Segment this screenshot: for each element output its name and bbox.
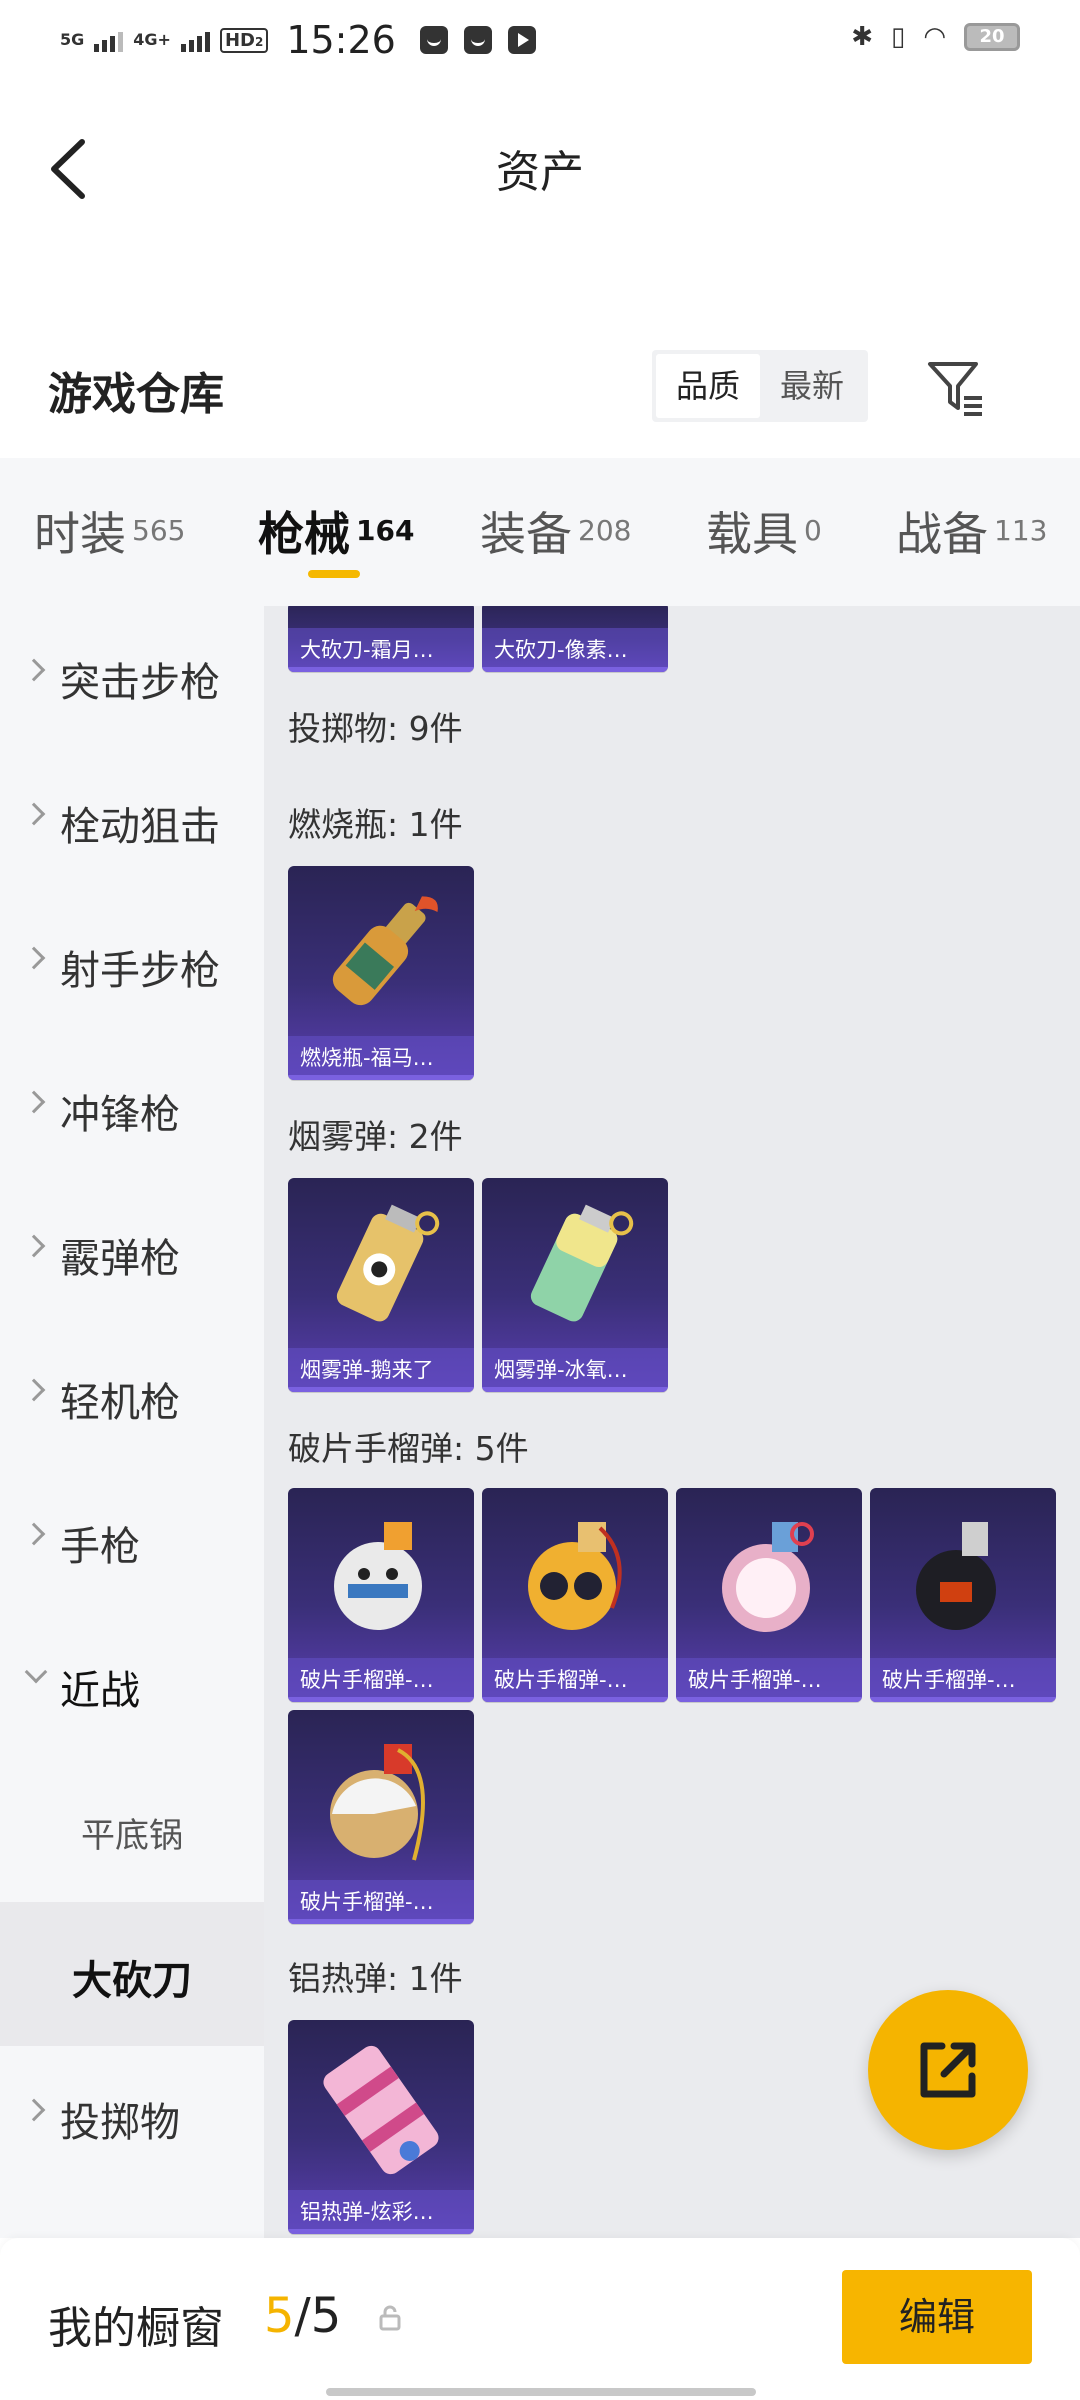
item-card[interactable]: 大砍刀-像素… <box>482 606 668 672</box>
showcase-label: 我的橱窗 <box>48 2303 224 2354</box>
notification-app-icon <box>419 26 448 54</box>
chevron-right-icon <box>22 1090 46 1114</box>
tab-fashion[interactable]: 时装 565 <box>34 498 185 564</box>
section-title: 破片手榴弹: 5件 <box>288 1429 529 1468</box>
item-card[interactable]: 大砍刀-霜月… <box>288 606 474 672</box>
warehouse-title: 游戏仓库 <box>48 369 224 420</box>
item-card[interactable]: 破片手榴弹-… <box>482 1488 668 1702</box>
status-time: 15:26 <box>286 18 396 62</box>
sidebar-item-bolt-sniper[interactable]: 栓动狙击 <box>0 750 264 894</box>
sidebar-item-smg[interactable]: 冲锋枪 <box>0 1038 264 1182</box>
section-title: 铝热弹: 1件 <box>288 1959 463 1998</box>
tab-vehicles[interactable]: 载具 0 <box>706 498 822 564</box>
signal-bars-icon <box>180 28 210 52</box>
smoke-grenade-item-icon <box>530 1204 634 1322</box>
frag-grenade-item-icon <box>916 1522 996 1630</box>
chevron-right-icon <box>22 2098 46 2122</box>
status-bar: 5G 4G+ HD2 15:26 ✱ ▯ ◠ 20 <box>0 0 1080 84</box>
thermite-item-icon <box>323 2045 439 2175</box>
share-icon <box>920 2042 976 2098</box>
sidebar-subitem-pan[interactable]: 平底锅 <box>0 1758 264 1902</box>
item-card[interactable]: 烟雾弹-鹅来了 <box>288 1178 474 1392</box>
frag-grenade-item-icon <box>722 1522 814 1632</box>
item-card[interactable]: 烟雾弹-冰氧… <box>482 1178 668 1392</box>
section-title: 燃烧瓶: 1件 <box>288 805 463 844</box>
chevron-right-icon <box>22 1522 46 1546</box>
filter-icon[interactable] <box>926 358 986 418</box>
weapon-type-sidebar: 突击步枪 栓动狙击 射手步枪 冲锋枪 霰弹枪 轻机枪 手枪 近战 平底锅 大砍刀… <box>0 606 264 2238</box>
chevron-right-icon <box>22 1234 46 1258</box>
hd-voice-icon: HD2 <box>219 27 269 53</box>
edit-button[interactable]: 编辑 <box>842 2270 1032 2364</box>
chevron-right-icon <box>22 658 46 682</box>
chevron-right-icon <box>22 1378 46 1402</box>
item-card[interactable]: 破片手榴弹-… <box>288 1488 474 1702</box>
tab-equipment[interactable]: 装备 208 <box>480 498 631 564</box>
frag-grenade-item-icon <box>330 1744 425 1861</box>
bluetooth-icon: ✱ <box>851 22 873 52</box>
share-fab-button[interactable] <box>868 1990 1028 2150</box>
frag-grenade-item-icon <box>334 1522 422 1630</box>
vibrate-icon: ▯ <box>891 22 906 52</box>
signal-bars-icon <box>94 28 124 52</box>
sidebar-item-assault-rifle[interactable]: 突击步枪 <box>0 606 264 750</box>
showcase-count: 5/5 <box>264 2288 342 2344</box>
item-card[interactable]: 破片手榴弹-… <box>288 1710 474 1924</box>
showcase-bar: 我的橱窗 5/5 编辑 <box>0 2238 1080 2400</box>
video-app-icon <box>507 26 536 54</box>
sort-quality-option[interactable]: 品质 <box>656 354 760 418</box>
category-tabs: 时装 565 枪械 164 装备 208 载具 0 战备 113 <box>0 458 1080 606</box>
sort-newest-option[interactable]: 最新 <box>760 354 864 418</box>
item-card[interactable]: 破片手榴弹-… <box>676 1488 862 1702</box>
tab-supplies[interactable]: 战备 113 <box>896 498 1047 564</box>
sidebar-item-lmg[interactable]: 轻机枪 <box>0 1326 264 1470</box>
sidebar-item-throwables[interactable]: 投掷物 <box>0 2046 264 2190</box>
sidebar-item-marksman-rifle[interactable]: 射手步枪 <box>0 894 264 1038</box>
item-card[interactable]: 破片手榴弹-… <box>870 1488 1056 1702</box>
tab-guns[interactable]: 枪械 164 <box>258 498 414 564</box>
group-title: 投掷物: 9件 <box>288 709 463 748</box>
sidebar-item-pistol[interactable]: 手枪 <box>0 1470 264 1614</box>
active-tab-indicator <box>308 570 360 578</box>
item-card[interactable]: 燃烧瓶-福马… <box>288 866 474 1080</box>
signal-4g-label: 4G+ <box>133 30 171 49</box>
chevron-down-icon <box>24 1660 48 1684</box>
item-card[interactable]: 铝热弹-炫彩… <box>288 2020 474 2234</box>
section-title: 烟雾弹: 2件 <box>288 1117 463 1156</box>
sort-toggle: 品质 最新 <box>652 350 868 422</box>
notification-app-icon <box>463 26 492 54</box>
chevron-right-icon <box>22 802 46 826</box>
battery-icon: 20 <box>964 23 1020 51</box>
signal-5g-label: 5G <box>60 30 85 49</box>
sidebar-item-shotgun[interactable]: 霰弹枪 <box>0 1182 264 1326</box>
frag-grenade-item-icon <box>528 1522 622 1630</box>
chevron-right-icon <box>22 946 46 970</box>
home-indicator[interactable] <box>326 2388 756 2396</box>
wifi-icon: ◠ <box>923 22 946 52</box>
page-title: 资产 <box>496 147 584 198</box>
sidebar-subitem-machete[interactable]: 大砍刀 <box>0 1902 264 2046</box>
molotov-item-icon <box>332 896 438 1006</box>
lock-icon <box>379 2305 401 2331</box>
sidebar-item-melee[interactable]: 近战 <box>0 1614 264 1758</box>
app-header: 资产 <box>0 84 1080 248</box>
smoke-grenade-item-icon <box>336 1204 440 1322</box>
